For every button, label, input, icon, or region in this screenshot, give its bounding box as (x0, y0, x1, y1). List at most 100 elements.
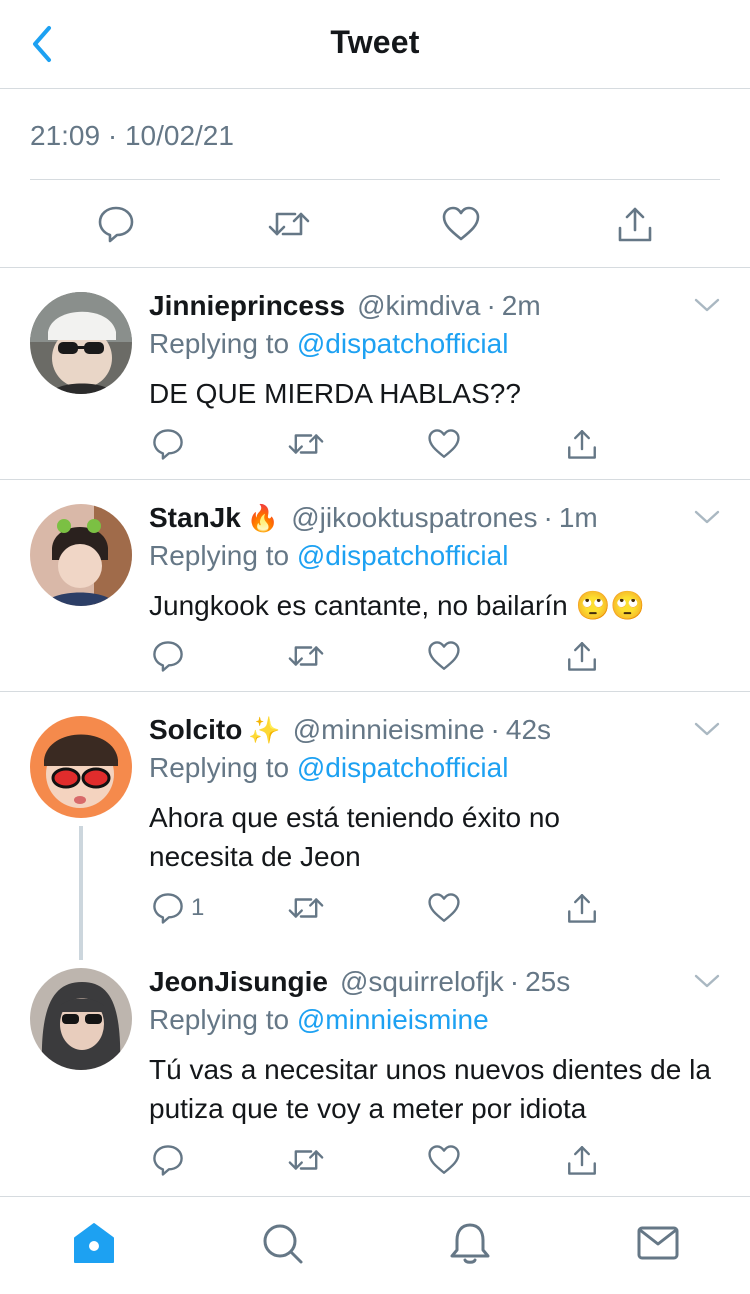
share-button[interactable] (565, 1140, 599, 1180)
mention-link[interactable]: @dispatchofficial (297, 540, 509, 571)
name-emoji: 🔥 (246, 502, 280, 533)
reply-header: JeonJisungie @squirrelofjk · 25s (149, 964, 570, 1000)
reply-actions (149, 1140, 609, 1180)
share-icon (568, 642, 596, 671)
share-icon (568, 894, 596, 923)
avatar[interactable] (30, 716, 132, 818)
retweet-button[interactable] (287, 636, 325, 676)
more-options-button[interactable] (692, 968, 722, 994)
reply-actions (149, 424, 609, 464)
avatar[interactable] (30, 292, 132, 394)
replying-to: Replying to @minnieismine (149, 1004, 489, 1036)
retweet-icon (288, 646, 324, 666)
reply-tweet[interactable]: JeonJisungie @squirrelofjk · 25s Replyin… (0, 944, 750, 1196)
like-button[interactable] (427, 636, 461, 676)
display-name[interactable]: JeonJisungie (149, 966, 328, 998)
reply-tweet[interactable]: StanJk 🔥 @jikooktuspatrones · 1m Replyin… (0, 480, 750, 692)
share-icon (568, 430, 596, 459)
like-icon (428, 1145, 460, 1174)
mention-link[interactable]: @dispatchofficial (297, 328, 509, 359)
reply-button[interactable] (151, 636, 185, 676)
top-nav-bar: Tweet (0, 0, 750, 89)
replying-to-label: Replying to (149, 540, 290, 571)
reply-icon (153, 641, 183, 672)
reply-time: 1m (558, 502, 598, 533)
like-button[interactable] (427, 1140, 461, 1180)
replying-to: Replying to @dispatchofficial (149, 328, 508, 360)
handle[interactable]: @kimdiva (357, 290, 480, 322)
reply-text: Tú vas a necesitar unos nuevos dientes d… (149, 1054, 711, 1124)
reply-text: Ahora que está teniendo éxito no necesit… (149, 802, 560, 872)
retweet-button[interactable] (287, 424, 325, 464)
retweet-button[interactable] (267, 202, 311, 246)
replying-to-label: Replying to (149, 328, 290, 359)
reply-time: 2m (501, 290, 541, 321)
like-icon (428, 429, 460, 458)
separator-dot: · (486, 290, 496, 321)
reply-icon (153, 1145, 183, 1176)
handle[interactable]: @jikooktuspatrones (291, 502, 537, 534)
reply-tweet[interactable]: Jinnieprincess @kimdiva · 2m Replying to… (0, 268, 750, 480)
like-button[interactable] (439, 202, 483, 246)
avatar[interactable] (30, 504, 132, 606)
chevron-down-icon (694, 722, 720, 736)
reply-button[interactable] (94, 202, 138, 246)
avatar[interactable] (30, 968, 132, 1070)
retweet-button[interactable] (287, 888, 325, 928)
separator-dot: · (543, 502, 553, 533)
page-title: Tweet (330, 24, 420, 60)
reply-button[interactable]: 1 (151, 888, 204, 928)
reply-actions (149, 636, 609, 676)
reply-button[interactable] (151, 424, 185, 464)
reply-text: DE QUE MIERDA HABLAS?? (149, 378, 521, 409)
mention-link[interactable]: @dispatchofficial (297, 752, 509, 783)
retweet-icon (268, 212, 310, 236)
reply-tweet[interactable]: Solcito ✨ @minnieismine · 42s Replying t… (0, 692, 750, 944)
reply-header: Jinnieprincess @kimdiva · 2m (149, 288, 541, 324)
more-options-button[interactable] (692, 716, 722, 742)
reply-header: Solcito ✨ @minnieismine · 42s (149, 712, 551, 748)
share-icon (618, 207, 652, 242)
like-button[interactable] (427, 424, 461, 464)
home-icon (74, 1223, 114, 1263)
share-button[interactable] (565, 424, 599, 464)
tweet-timestamp: 21:09 · 10/02/21 (30, 120, 234, 151)
handle[interactable]: @squirrelofjk (340, 966, 504, 998)
display-name[interactable]: StanJk (149, 502, 241, 534)
reply-actions: 1 (149, 888, 609, 928)
reply-icon (98, 206, 134, 243)
chevron-down-icon (694, 510, 720, 524)
more-options-button[interactable] (692, 292, 722, 318)
share-icon (568, 1146, 596, 1175)
tab-home[interactable] (70, 1219, 118, 1267)
mention-link[interactable]: @minnieismine (297, 1004, 489, 1035)
handle[interactable]: @minnieismine (293, 714, 485, 746)
share-button[interactable] (613, 202, 657, 246)
separator-dot: · (509, 966, 520, 997)
share-button[interactable] (565, 636, 599, 676)
name-emoji: ✨ (248, 714, 281, 745)
reply-button[interactable] (151, 1140, 185, 1180)
tab-notifications[interactable] (446, 1219, 494, 1267)
display-name[interactable]: Solcito (149, 714, 242, 746)
reply-icon (153, 893, 183, 924)
reply-text: Jungkook es cantante, no bailarín 🙄🙄 (149, 590, 646, 621)
tab-search[interactable] (258, 1219, 306, 1267)
reply-time: 25s (525, 966, 571, 997)
replying-to: Replying to @dispatchofficial (149, 540, 508, 572)
more-options-button[interactable] (692, 504, 722, 530)
notifications-icon (450, 1223, 490, 1264)
chevron-down-icon (694, 298, 720, 312)
display-name[interactable]: Jinnieprincess (149, 290, 345, 322)
replying-to-label: Replying to (149, 752, 290, 783)
retweet-icon (288, 898, 324, 918)
share-button[interactable] (565, 888, 599, 928)
main-tweet-actions (0, 180, 750, 268)
chevron-down-icon (694, 974, 720, 988)
like-icon (428, 641, 460, 670)
like-button[interactable] (427, 888, 461, 928)
like-icon (442, 206, 480, 241)
replying-to: Replying to @dispatchofficial (149, 752, 508, 784)
retweet-button[interactable] (287, 1140, 325, 1180)
tab-messages[interactable] (634, 1219, 682, 1267)
